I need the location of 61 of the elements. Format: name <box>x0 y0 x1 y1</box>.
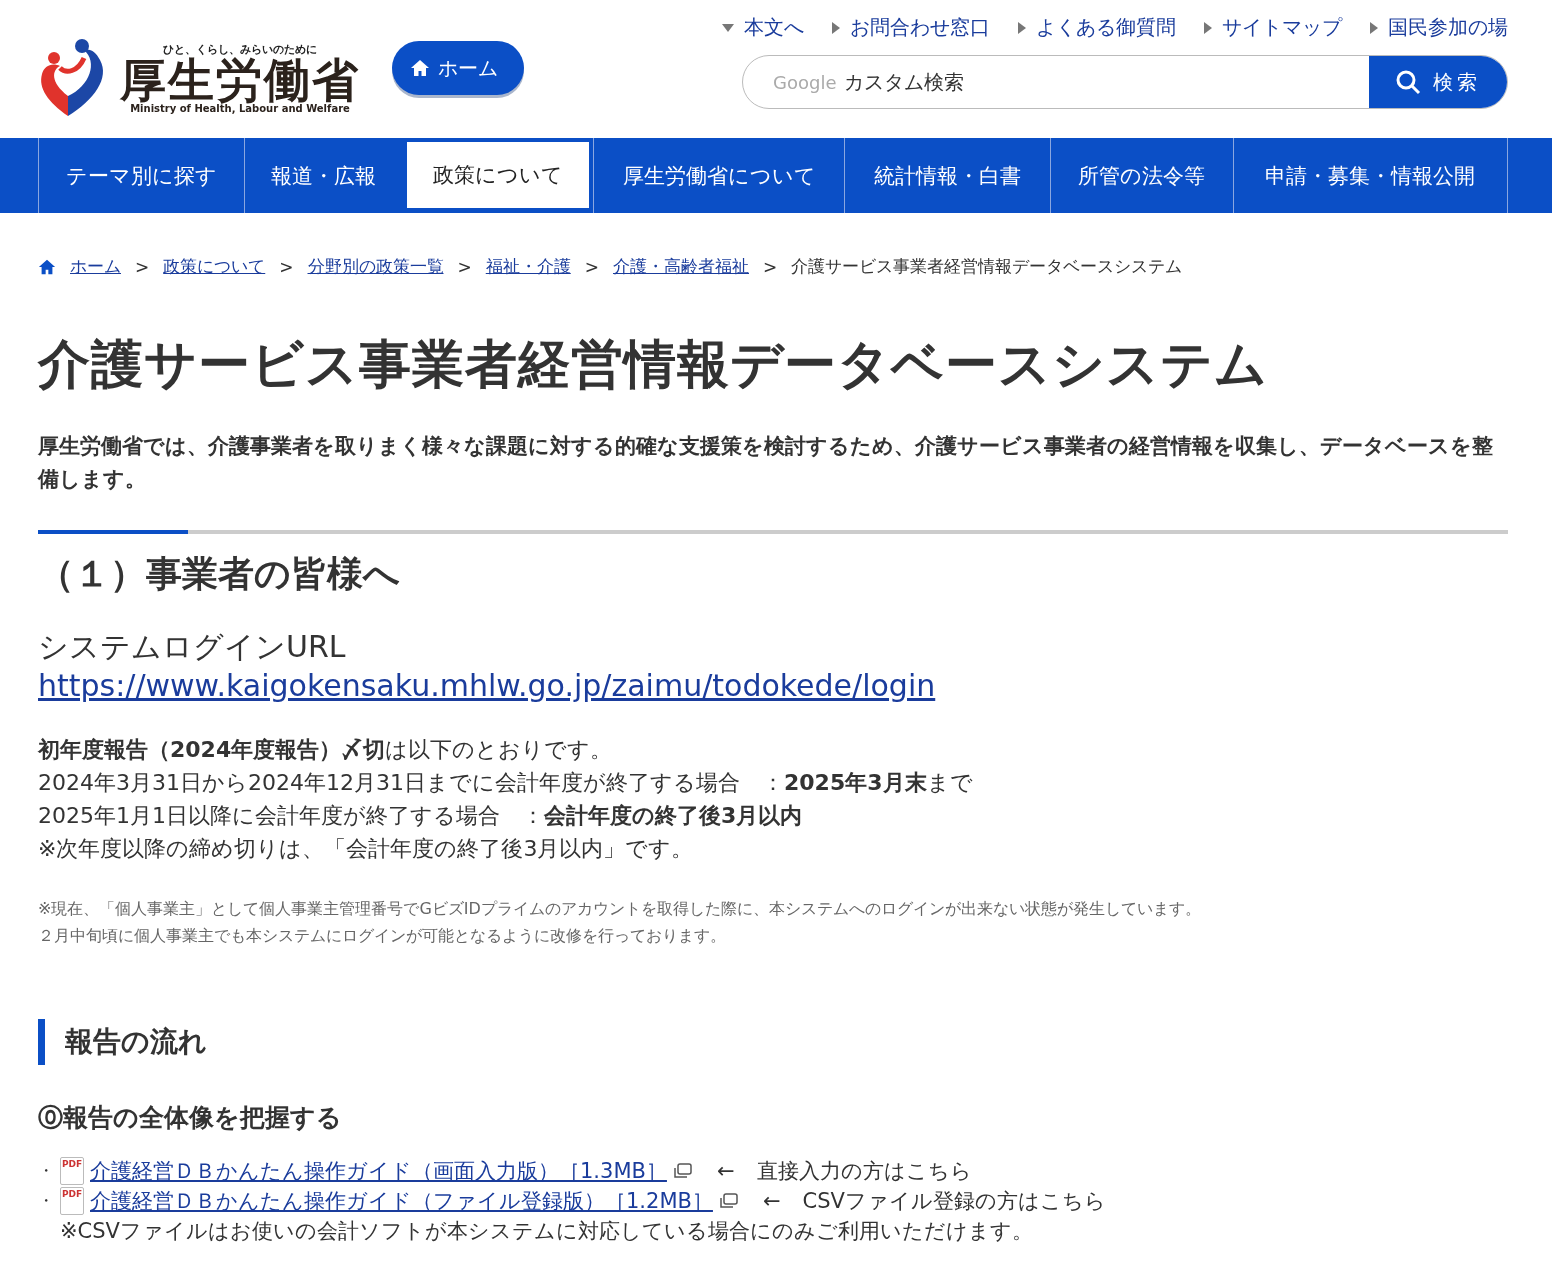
document-note: CSVファイル登録の方はこちら <box>802 1188 1106 1215</box>
arrow-text: ← <box>762 1188 781 1215</box>
caret-right-icon <box>1018 21 1026 34</box>
caret-down-icon <box>722 23 734 32</box>
nav-tab[interactable]: 申請・募集・情報公開 <box>1232 138 1508 213</box>
search-icon <box>1395 69 1421 95</box>
utility-link[interactable]: 本文へ <box>722 14 804 41</box>
home-icon <box>410 58 430 78</box>
note-text: ２月中旬頃に個人事業主でも本システムにログインが可能となるように改修を行っております。 <box>38 925 727 947</box>
nav-tab[interactable]: 厚生労働省について <box>592 138 845 213</box>
pdf-icon: PDF <box>60 1157 84 1185</box>
caret-right-icon <box>1204 21 1212 34</box>
breadcrumb-link[interactable]: ホーム <box>70 255 121 278</box>
bullet: ・ <box>38 1160 54 1182</box>
deadline-text: ※次年度以降の締め切りは、「会計年度の終了後3月以内」です。 <box>38 835 695 863</box>
login-label: システムログインURL <box>38 628 347 666</box>
logo-name: 厚生労働省 <box>120 57 360 103</box>
deadline-text: 初年度報告（2024年度報告）〆切は以下のとおりです。 <box>38 736 614 764</box>
caret-right-icon <box>1370 21 1378 34</box>
lead-text: 厚生労働省では、介護事業者を取りまく様々な課題に対する的確な支援策を検討するため、介護サービス事業者の経営情報を収集し、データベースを整備します。 <box>38 433 1494 493</box>
caret-right-icon <box>832 21 840 34</box>
breadcrumb-separator: > <box>763 256 778 277</box>
utility-link[interactable]: よくある御質問 <box>1018 14 1176 41</box>
nav-tab[interactable]: 所管の法令等 <box>1049 138 1233 213</box>
new-window-icon <box>672 1163 693 1179</box>
breadcrumb-separator: > <box>279 256 294 277</box>
breadcrumb-link[interactable]: 福祉・介護 <box>485 255 571 278</box>
subsection-heading: 報告の流れ <box>38 1019 1508 1065</box>
note-text: ※現在、「個人事業主」として個人事業主管理番号でGビズIDプライムのアカウントを取得した際に、本システムへのログインが出来ない状態が発生しています。 <box>38 898 1202 920</box>
step-heading: ⓪報告の全体像を把握する <box>38 1102 343 1134</box>
deadline-text: 2024年3月31日から2024年12月31日までに会計年度が終了する場合 ：2025年3月末まで <box>38 769 974 797</box>
breadcrumb-link[interactable]: 分野別の政策一覧 <box>307 255 444 278</box>
google-mark: Google <box>773 71 837 93</box>
pdf-icon: PDF <box>60 1187 84 1215</box>
logo-english-name: Ministry of Health, Labour and Welfare <box>130 103 350 114</box>
arrow-text: ← <box>716 1158 735 1185</box>
page-title: 介護サービス事業者経営情報データベースシステム <box>38 333 1269 396</box>
utility-link[interactable]: お問合わせ窓口 <box>832 14 990 41</box>
deadline-text: 2025年1月1日以降に会計年度が終了する場合 ：会計年度の終了後3月以内 <box>38 802 804 830</box>
breadcrumb-link[interactable]: 政策について <box>163 255 266 278</box>
document-note: 直接入力の方はこちら <box>756 1158 972 1185</box>
home-icon <box>38 257 56 276</box>
logo-tagline: ひと、くらし、みらいのために <box>163 42 317 57</box>
footnote-text: ※CSVファイルはお使いの会計ソフトが本システムに対応している場合にのみご利用いただけます。 <box>59 1218 1034 1245</box>
breadcrumb-separator: > <box>584 256 599 277</box>
breadcrumb-separator: > <box>457 256 472 277</box>
breadcrumb-link[interactable]: 介護・高齢者福祉 <box>613 255 749 278</box>
current-page-text: 介護サービス事業者経営情報データベースシステム <box>791 255 1183 278</box>
utility-link[interactable]: サイトマップ <box>1204 14 1342 41</box>
document-link[interactable]: 介護経営ＤＢかんたん操作ガイド（ファイル登録版）［1.2MB］ <box>90 1186 713 1216</box>
document-link[interactable]: 介護経営ＤＢかんたん操作ガイド（画面入力版）［1.3MB］ <box>90 1156 667 1186</box>
bullet: ・ <box>38 1190 54 1212</box>
new-window-icon <box>718 1193 739 1209</box>
nav-tab[interactable]: テーマ別に探す <box>38 138 244 213</box>
login-url-link[interactable]: https://www.kaigokensaku.mhlw.go.jp/zaimu/todokede/login <box>38 668 1508 703</box>
utility-link[interactable]: 国民参加の場 <box>1370 14 1508 41</box>
nav-tab[interactable]: 統計情報・白書 <box>844 138 1050 213</box>
home-button[interactable]: ホーム <box>392 41 524 95</box>
breadcrumb-separator: > <box>135 256 150 277</box>
search-button[interactable]: 検索 <box>1369 56 1507 108</box>
section-heading: （１）事業者の皆様へ <box>38 530 1508 599</box>
